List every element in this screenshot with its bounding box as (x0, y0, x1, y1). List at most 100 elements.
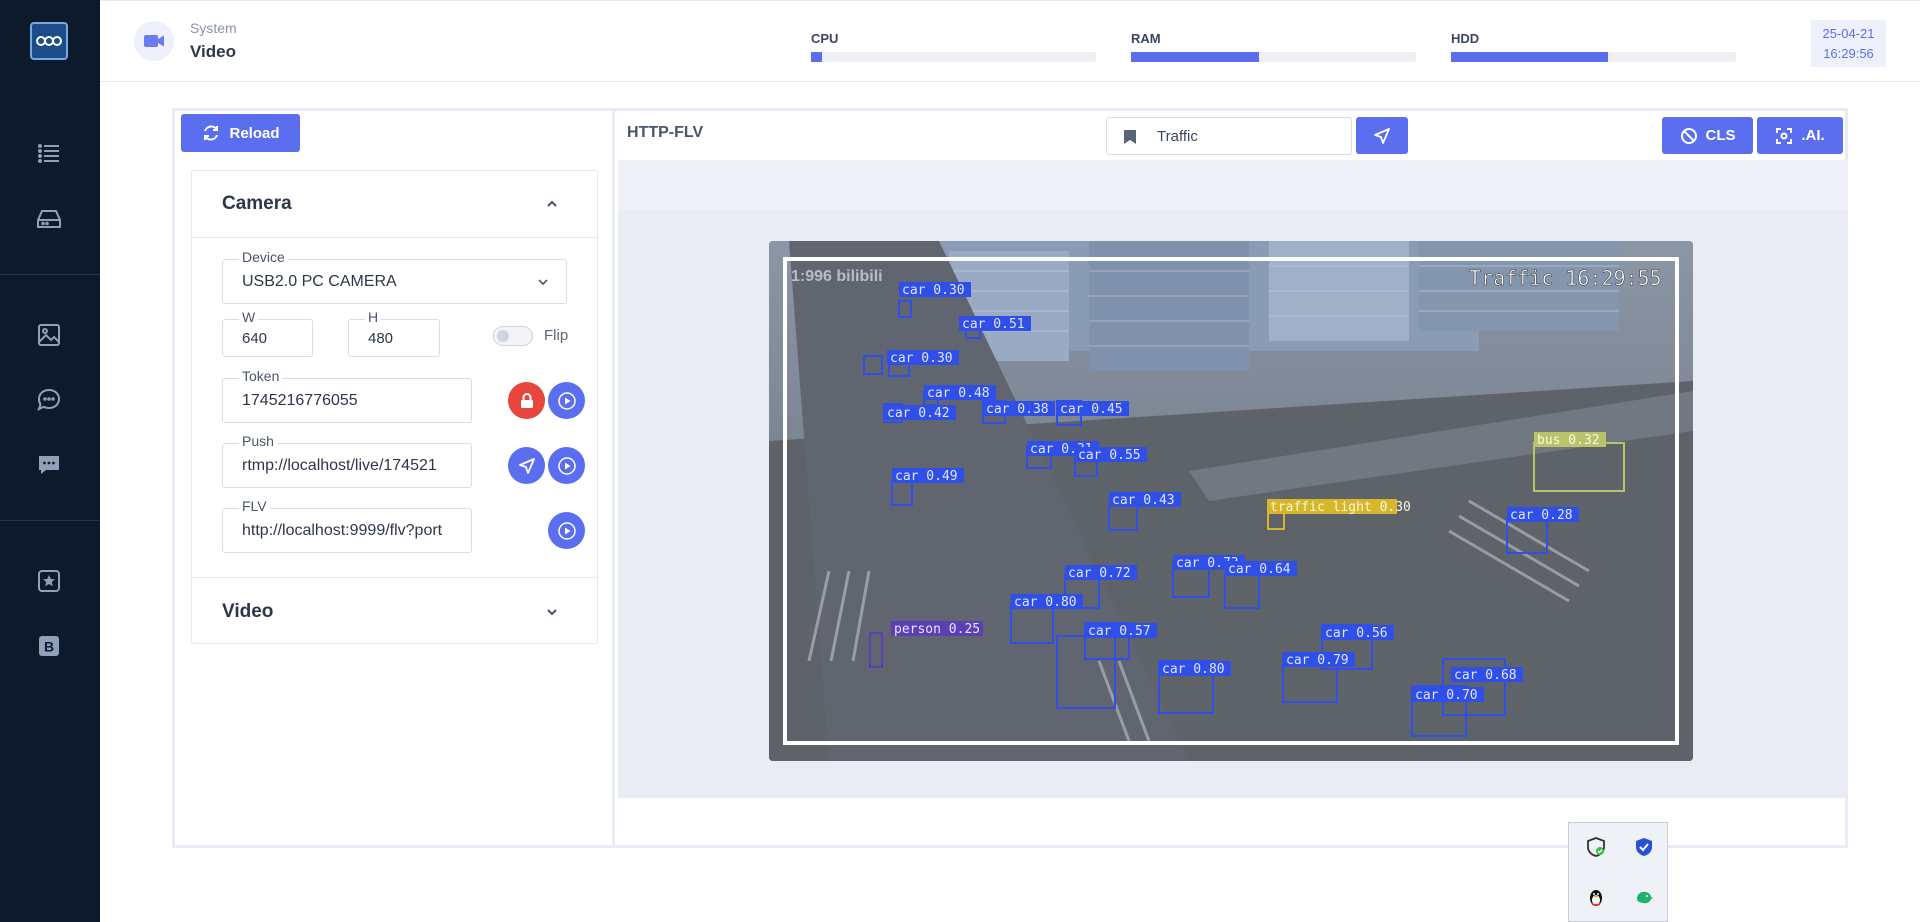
stream-tag-value: Traffic (1157, 127, 1198, 145)
logo-icon[interactable] (30, 22, 68, 60)
toggle-knob (497, 330, 509, 342)
ram-meter: RAM (1131, 31, 1416, 62)
navigation-arrow-icon (1374, 127, 1390, 144)
detection-label: car 0.45 (1060, 402, 1123, 417)
flip-toggle[interactable] (493, 326, 533, 346)
system-tray-popup (1568, 822, 1668, 922)
image-icon[interactable] (34, 320, 64, 350)
video-section-header[interactable]: Video (192, 579, 597, 645)
hdd-fill (1451, 52, 1608, 62)
lock-button[interactable] (508, 382, 545, 419)
chevron-up-icon (547, 200, 557, 207)
section-divider (192, 237, 597, 238)
flv-field[interactable]: FLV http://localhost:9999/flv?port (222, 498, 472, 553)
height-value: 480 (368, 329, 394, 347)
detection-label: car 0.64 (1228, 562, 1291, 577)
breadcrumb-parent: System (190, 20, 237, 36)
height-field[interactable]: H 480 (348, 309, 440, 357)
ai-button[interactable]: .AI. (1757, 117, 1843, 154)
time-text: 16:29:56 (1823, 46, 1874, 61)
block-icon (1680, 127, 1697, 144)
datetime-badge: 25-04-21 16:29:56 (1811, 20, 1886, 67)
green-bird-icon[interactable] (1632, 885, 1656, 909)
device-value: USB2.0 PC CAMERA (242, 272, 397, 290)
page-title: Video (190, 42, 236, 61)
detection-label: car 0.57 (1088, 624, 1151, 639)
play-icon (557, 391, 576, 410)
width-value: 640 (242, 329, 268, 347)
camera-section-header[interactable]: Camera (192, 171, 597, 237)
detection-label: car 0.28 (1510, 508, 1573, 523)
push-play-button[interactable] (548, 447, 585, 484)
detection-label: car 0.51 (962, 317, 1025, 332)
video-section-title: Video (222, 601, 274, 622)
device-select[interactable]: Device USB2.0 PC CAMERA (222, 249, 567, 304)
b-icon[interactable]: B (34, 631, 64, 661)
hdd-meter: HDD (1451, 31, 1736, 62)
push-value: rtmp://localhost/live/174521 (242, 456, 437, 474)
detection-label: car 0.42 (887, 406, 950, 421)
cls-button[interactable]: CLS (1662, 117, 1753, 154)
push-send-button[interactable] (508, 447, 545, 484)
ram-fill (1131, 52, 1260, 62)
detection-label: car 0.38 (986, 402, 1049, 417)
detection-label: car 0.56 (1325, 626, 1388, 641)
flip-label: Flip (544, 327, 569, 344)
token-play-button[interactable] (548, 382, 585, 419)
ram-label: RAM (1131, 31, 1161, 46)
reload-button[interactable]: Reload (181, 114, 300, 152)
chevron-down-icon (538, 279, 548, 286)
sidebar: B (0, 0, 100, 922)
play-icon (557, 521, 576, 540)
star-icon[interactable] (34, 566, 64, 596)
flv-play-button[interactable] (548, 512, 585, 549)
sidebar-divider (0, 274, 100, 275)
detection-label: car 0.48 (927, 386, 990, 401)
detection-label: car 0.68 (1454, 668, 1517, 683)
hard-drive-icon[interactable] (34, 204, 64, 234)
detection-label: car 0.80 (1162, 662, 1225, 677)
cls-label: CLS (1705, 127, 1736, 144)
top-header: System Video CPU RAM HDD 25-04-21 16:29:… (100, 0, 1920, 82)
reload-label: Reload (229, 124, 280, 142)
sidebar-divider (0, 520, 100, 521)
cpu-fill (811, 52, 823, 62)
defender-shield-icon[interactable] (1632, 835, 1656, 859)
send-tag-button[interactable] (1356, 117, 1408, 154)
play-icon (557, 456, 576, 475)
watermark-text: 1:996 bilibili (791, 268, 883, 285)
list-icon[interactable] (34, 138, 64, 168)
penguin-qq-icon[interactable] (1584, 885, 1608, 909)
push-field[interactable]: Push rtmp://localhost/live/174521 (222, 433, 472, 488)
detection-label: bus 0.32 (1537, 433, 1600, 448)
cpu-label: CPU (811, 31, 839, 46)
ram-track (1131, 52, 1416, 62)
flv-value: http://localhost:9999/flv?port (242, 521, 443, 539)
lock-icon (520, 392, 533, 408)
detection-label: car 0.80 (1014, 595, 1077, 610)
chat-bubble-icon[interactable] (34, 385, 64, 415)
video-frame: car 0.30 car 0.51 car 0.30 car 0.48 car … (769, 241, 1693, 761)
security-shield-icon[interactable] (1584, 835, 1608, 859)
video-player[interactable]: car 0.30 car 0.51 car 0.30 car 0.48 car … (769, 241, 1693, 761)
protocol-label: HTTP-FLV (627, 124, 704, 141)
stream-tag-input[interactable]: Traffic (1106, 117, 1352, 155)
detection-label: car 0.72 (1068, 566, 1131, 581)
refresh-icon (204, 125, 219, 141)
token-value: 1745216776055 (242, 391, 358, 409)
bookmark-icon (1124, 130, 1136, 144)
token-field[interactable]: Token 1745216776055 (222, 368, 472, 423)
message-square-icon[interactable] (34, 450, 64, 480)
detection-label: traffic light 0.30 (1270, 500, 1411, 515)
camera-section-title: Camera (222, 193, 292, 214)
chevron-down-icon (547, 609, 557, 616)
detection-label: car 0.30 (902, 283, 965, 298)
section-divider (192, 577, 597, 578)
ai-label: .AI. (1801, 127, 1825, 144)
navigation-arrow-icon (518, 457, 535, 474)
cpu-meter: CPU (811, 31, 1096, 62)
width-field[interactable]: W 640 (222, 309, 313, 357)
date-text: 25-04-21 (1822, 26, 1875, 41)
detection-label: car 0.49 (895, 469, 958, 484)
scan-focus-icon (1776, 127, 1793, 144)
